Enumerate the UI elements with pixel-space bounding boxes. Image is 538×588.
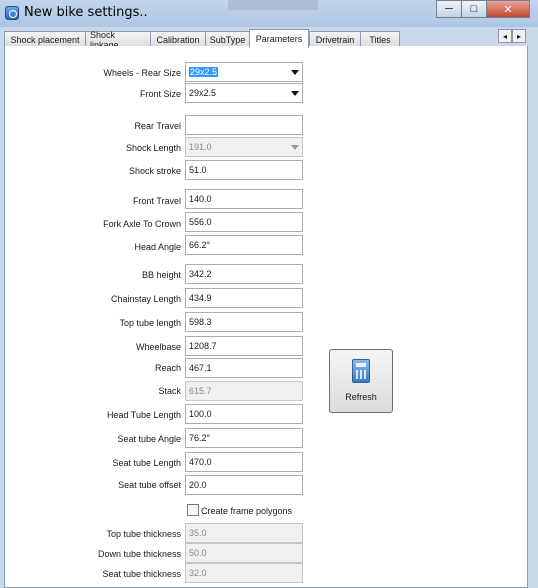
seat-tube-angle-label: Seat tube Angle <box>117 434 181 444</box>
parameters-panel: Wheels - Rear Size 29x2.5 Front Size 29x… <box>4 46 528 588</box>
title-bar: New bike settings.. ─ □ ✕ <box>0 0 538 27</box>
seat-tube-angle-input[interactable]: 76.2° <box>185 428 303 448</box>
top-tube-thickness-input: 35.0 <box>185 523 303 543</box>
tab-drivetrain[interactable]: Drivetrain <box>309 31 361 47</box>
chainstay-label: Chainstay Length <box>110 294 181 304</box>
bb-height-input[interactable]: 342.2 <box>185 264 303 284</box>
tab-scroll-left-icon[interactable]: ◂ <box>498 29 512 43</box>
reach-input[interactable]: 467.1 <box>185 358 303 378</box>
seat-tube-length-input[interactable]: 470.0 <box>185 452 303 472</box>
tab-subtype[interactable]: SubType <box>205 31 250 47</box>
seat-tube-thickness-input: 32.0 <box>185 563 303 583</box>
top-tube-length-label: Top tube length <box>119 318 181 328</box>
close-button[interactable]: ✕ <box>486 0 530 18</box>
seat-tube-offset-input[interactable]: 20.0 <box>185 475 303 495</box>
shock-stroke-label: Shock stroke <box>128 166 181 176</box>
seat-tube-length-label: Seat tube Length <box>112 458 181 468</box>
rear-size-select[interactable]: 29x2.5 <box>185 62 303 82</box>
titlebar-glow <box>228 0 318 10</box>
head-tube-length-label: Head Tube Length <box>106 410 181 420</box>
rear-travel-label: Rear Travel <box>134 121 181 131</box>
shock-length-select: 191.0 <box>185 137 303 157</box>
wheelbase-label: Wheelbase <box>135 342 181 352</box>
head-angle-label: Head Angle <box>134 242 181 252</box>
tab-shock-placement[interactable]: Shock placement <box>4 31 86 47</box>
tab-parameters[interactable]: Parameters <box>249 29 309 48</box>
seat-tube-thickness-label: Seat tube thickness <box>102 569 181 579</box>
refresh-button-label: Refresh <box>345 392 377 402</box>
maximize-button[interactable]: □ <box>461 0 487 18</box>
calculator-icon <box>352 359 370 383</box>
down-tube-thickness-label: Down tube thickness <box>97 549 181 559</box>
front-size-value: 29x2.5 <box>189 88 217 98</box>
window-title: New bike settings.. <box>24 5 148 20</box>
front-travel-input[interactable]: 140.0 <box>185 189 303 209</box>
rear-size-value: 29x2.5 <box>189 67 219 77</box>
chevron-down-icon <box>291 70 299 75</box>
refresh-button[interactable]: Refresh <box>329 349 393 413</box>
window-controls: ─ □ ✕ <box>436 0 530 18</box>
front-size-label: Front Size <box>139 89 181 99</box>
top-tube-length-input[interactable]: 598.3 <box>185 312 303 332</box>
chevron-down-icon <box>291 145 299 150</box>
shock-length-value: 191.0 <box>189 142 212 152</box>
down-tube-thickness-input: 50.0 <box>185 543 303 563</box>
create-polygons-checkbox[interactable] <box>187 504 199 516</box>
bb-height-label: BB height <box>141 270 181 280</box>
fork-axle-label: Fork Axle To Crown <box>103 219 181 229</box>
create-polygons-label: Create frame polygons <box>201 506 293 516</box>
shock-length-label: Shock Length <box>125 143 181 153</box>
minimize-button[interactable]: ─ <box>436 0 462 18</box>
tab-scroll-right-icon[interactable]: ▸ <box>512 29 526 43</box>
fork-axle-input[interactable]: 556.0 <box>185 212 303 232</box>
seat-tube-offset-label: Seat tube offset <box>118 480 181 490</box>
tab-shock-linkage[interactable]: Shock linkage <box>85 30 151 50</box>
app-icon <box>5 6 19 20</box>
front-size-select[interactable]: 29x2.5 <box>185 83 303 103</box>
tab-titles[interactable]: Titles <box>360 31 400 47</box>
stack-input: 615.7 <box>185 381 303 401</box>
chevron-down-icon <box>291 91 299 96</box>
front-travel-label: Front Travel <box>132 196 181 206</box>
stack-label: Stack <box>158 386 181 396</box>
shock-stroke-input[interactable]: 51.0 <box>185 160 303 180</box>
tab-calibration[interactable]: Calibration <box>150 31 206 47</box>
chainstay-input[interactable]: 434.9 <box>185 288 303 308</box>
head-tube-length-input[interactable]: 100.0 <box>185 404 303 424</box>
head-angle-input[interactable]: 66.2° <box>185 235 303 255</box>
reach-label: Reach <box>154 363 181 373</box>
rear-size-label: Wheels - Rear Size <box>103 68 181 78</box>
top-tube-thickness-label: Top tube thickness <box>106 529 181 539</box>
wheelbase-input[interactable]: 1208.7 <box>185 336 303 356</box>
rear-travel-input[interactable] <box>185 115 303 135</box>
tab-strip: Shock placement Shock linkage Calibratio… <box>4 29 528 50</box>
